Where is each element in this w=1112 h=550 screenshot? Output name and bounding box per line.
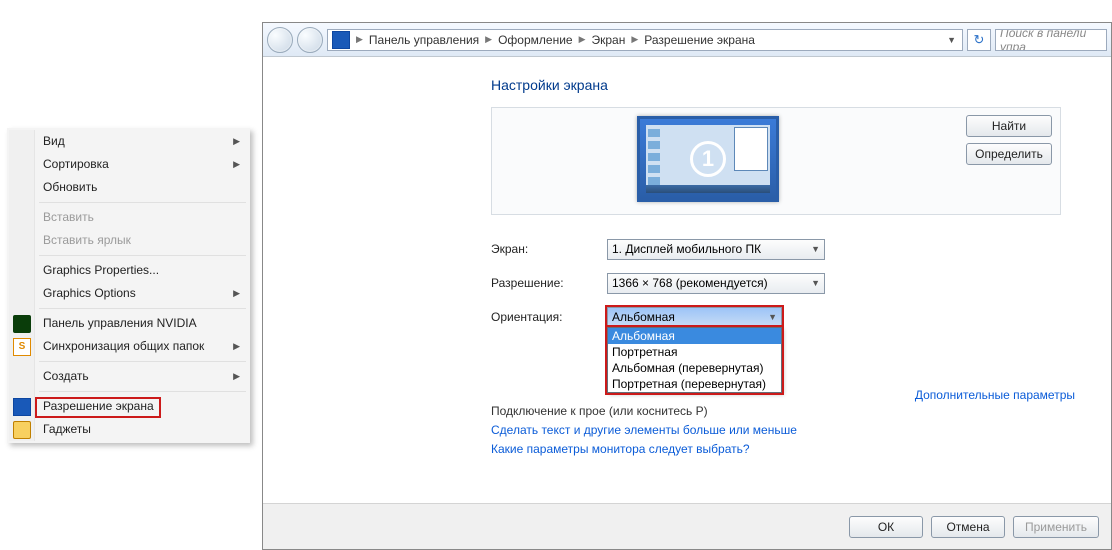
text-size-link[interactable]: Сделать текст и другие элементы больше и… (491, 423, 797, 437)
context-menu-item: Вставить (9, 206, 248, 229)
display-label: Экран: (491, 242, 607, 256)
screen-icon (13, 398, 31, 416)
context-menu-item[interactable]: Разрешение экрана (9, 395, 248, 418)
chevron-right-icon: ▶ (629, 34, 640, 45)
orientation-option[interactable]: Альбомная (перевернутая) (608, 360, 781, 376)
projector-tail: (или коснитесь P) (606, 404, 708, 418)
nvidia-icon (13, 315, 31, 333)
address-dropdown-icon[interactable]: ▼ (941, 35, 962, 45)
resolution-combo[interactable]: 1366 × 768 (рекомендуется) ▼ (607, 273, 825, 294)
page-title: Настройки экрана (491, 77, 1111, 93)
orientation-option[interactable]: Портретная (перевернутая) (608, 376, 781, 392)
submenu-arrow-icon: ▶ (233, 282, 240, 305)
context-menu-item[interactable]: Синхронизация общих папок▶S (9, 335, 248, 358)
refresh-button[interactable]: ↻ (967, 29, 991, 51)
monitor-number: 1 (690, 141, 726, 177)
desktop-window (734, 127, 768, 171)
projector-line: Подключение к прое (или коснитесь P) (491, 404, 1111, 418)
orientation-value: Альбомная (612, 310, 675, 324)
navigation-bar: ▶ Панель управления ▶ Оформление ▶ Экран… (263, 23, 1111, 57)
display-combo[interactable]: 1. Дисплей мобильного ПК ▼ (607, 239, 825, 260)
breadcrumb[interactable]: Оформление (494, 33, 576, 47)
submenu-arrow-icon: ▶ (233, 335, 240, 358)
context-menu-separator (39, 391, 246, 392)
which-settings-link[interactable]: Какие параметры монитора следует выбрать… (491, 442, 750, 456)
screen-resolution-window: ▶ Панель управления ▶ Оформление ▶ Экран… (262, 22, 1112, 550)
display-preview-area[interactable]: 1 Найти Определить (491, 107, 1061, 215)
ok-button[interactable]: ОК (849, 516, 923, 538)
desktop-context-menu: Вид▶Сортировка▶Обновить ВставитьВставить … (7, 128, 250, 443)
orientation-combo[interactable]: Альбомная ▼ (607, 307, 782, 328)
resolution-label: Разрешение: (491, 276, 607, 290)
chevron-right-icon: ▶ (354, 34, 365, 45)
gadget-icon (13, 421, 31, 439)
resolution-value: 1366 × 768 (рекомендуется) (612, 276, 768, 290)
forward-button[interactable] (297, 27, 323, 53)
context-menu-item[interactable]: Вид▶ (9, 130, 248, 153)
apply-button[interactable]: Применить (1013, 516, 1099, 538)
cancel-button[interactable]: Отмена (931, 516, 1005, 538)
taskbar (646, 185, 770, 193)
search-placeholder: Поиск в панели упра (1000, 29, 1102, 51)
context-menu-item[interactable]: Graphics Options▶ (9, 282, 248, 305)
display-value: 1. Дисплей мобильного ПК (612, 242, 761, 256)
context-menu-item[interactable]: Панель управления NVIDIA (9, 312, 248, 335)
orientation-option[interactable]: Портретная (608, 344, 781, 360)
sync-icon: S (13, 338, 31, 356)
dropdown-arrow-icon: ▼ (768, 312, 777, 322)
context-menu-item[interactable]: Создать▶ (9, 365, 248, 388)
context-menu-separator (39, 255, 246, 256)
context-menu-item[interactable]: Сортировка▶ (9, 153, 248, 176)
advanced-settings-link[interactable]: Дополнительные параметры (915, 388, 1075, 402)
context-menu-item[interactable]: Graphics Properties... (9, 259, 248, 282)
submenu-arrow-icon: ▶ (233, 365, 240, 388)
desktop-icons (648, 129, 660, 185)
control-panel-icon (332, 31, 350, 49)
projector-text: Подключение к прое (491, 404, 606, 418)
context-menu-separator (39, 308, 246, 309)
context-menu-separator (39, 202, 246, 203)
breadcrumb[interactable]: Панель управления (365, 33, 483, 47)
context-menu-item[interactable]: Обновить (9, 176, 248, 199)
context-menu-separator (39, 361, 246, 362)
chevron-right-icon: ▶ (577, 34, 588, 45)
content-pane: Настройки экрана 1 Найти Определить (263, 57, 1111, 549)
address-bar[interactable]: ▶ Панель управления ▶ Оформление ▶ Экран… (327, 29, 963, 51)
back-button[interactable] (267, 27, 293, 53)
context-menu-item[interactable]: Гаджеты (9, 418, 248, 441)
find-button[interactable]: Найти (966, 115, 1052, 137)
monitor-desktop: 1 (646, 125, 770, 193)
monitor-preview[interactable]: 1 (637, 116, 779, 202)
context-menu-item: Вставить ярлык (9, 229, 248, 252)
orientation-option[interactable]: Альбомная (608, 328, 781, 344)
chevron-right-icon: ▶ (483, 34, 494, 45)
dropdown-arrow-icon: ▼ (811, 278, 820, 288)
orientation-label: Ориентация: (491, 310, 607, 324)
dialog-footer: ОК Отмена Применить (263, 503, 1111, 549)
identify-button[interactable]: Определить (966, 143, 1052, 165)
orientation-dropdown: АльбомнаяПортретнаяАльбомная (перевернут… (607, 327, 782, 393)
search-input[interactable]: Поиск в панели упра (995, 29, 1107, 51)
submenu-arrow-icon: ▶ (233, 130, 240, 153)
submenu-arrow-icon: ▶ (233, 153, 240, 176)
breadcrumb[interactable]: Разрешение экрана (640, 33, 759, 47)
dropdown-arrow-icon: ▼ (811, 244, 820, 254)
breadcrumb[interactable]: Экран (588, 33, 630, 47)
